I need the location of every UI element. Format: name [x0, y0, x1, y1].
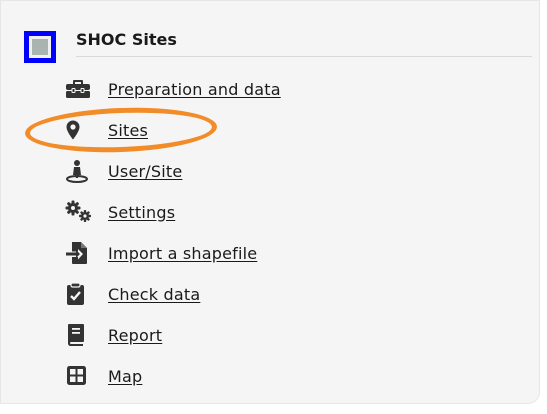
menu-item-preparation-and-data[interactable]: Preparation and data [65, 75, 281, 103]
panel-title: SHOC Sites [76, 30, 177, 49]
menu-item-label: Report [108, 325, 163, 345]
menu-item-check-data[interactable]: Check data [65, 280, 200, 308]
menu-item-label: User/Site [108, 161, 183, 181]
user-location-icon [65, 157, 97, 185]
menu-item-user-site[interactable]: User/Site [65, 157, 182, 185]
menu-item-label: Check data [108, 284, 201, 304]
menu-item-settings[interactable]: Settings [65, 198, 175, 226]
shoc-sites-panel: SHOC Sites Preparation and data Sites Us… [0, 0, 540, 404]
clipboard-check-icon [65, 280, 97, 308]
menu-item-label: Sites [108, 120, 149, 140]
toolbox-icon [65, 75, 97, 103]
grid-icon [65, 362, 97, 390]
map-marker-icon [65, 116, 97, 144]
menu-item-label: Import a shapefile [108, 243, 258, 263]
menu-item-report[interactable]: Report [65, 321, 162, 349]
file-import-icon [65, 239, 97, 267]
menu-item-label: Map [108, 366, 143, 386]
menu-item-label: Preparation and data [108, 79, 281, 99]
menu-item-label: Settings [108, 202, 176, 222]
cogs-icon [65, 198, 97, 226]
menu-item-sites[interactable]: Sites [65, 116, 148, 144]
menu-item-import-shapefile[interactable]: Import a shapefile [65, 239, 257, 267]
app-icon [24, 31, 56, 63]
menu-item-map[interactable]: Map [65, 362, 142, 390]
title-divider [76, 56, 532, 57]
book-icon [65, 321, 97, 349]
